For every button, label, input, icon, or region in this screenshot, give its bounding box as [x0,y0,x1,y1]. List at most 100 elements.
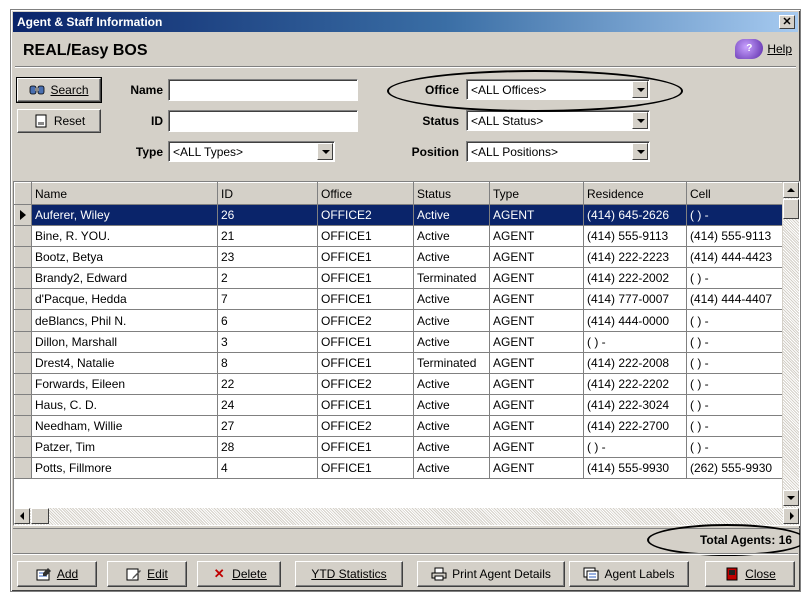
cell-office[interactable]: OFFICE1 [317,436,414,459]
agents-grid[interactable]: Name ID Office Status Type Residence Cell Aufe… [13,181,800,526]
table-row[interactable]: Haus, C. D. 24 OFFICE1 Active AGENT (414) 222… [14,393,787,416]
cell-type[interactable]: AGENT [489,225,584,248]
cell-residence[interactable]: (414) 777-0007 [583,288,687,311]
row-indicator[interactable] [14,372,32,395]
cell-type[interactable]: AGENT [489,331,584,353]
id-input[interactable] [168,110,358,132]
row-indicator[interactable] [14,225,32,248]
cell-status[interactable]: Active [413,204,490,227]
search-button[interactable]: Search [16,77,102,103]
vertical-scroll-thumb[interactable] [783,199,799,219]
cell-office[interactable]: OFFICE1 [317,288,414,311]
cell-name[interactable]: deBlancs, Phil N. [31,309,218,332]
cell-id[interactable]: 26 [217,204,318,227]
row-indicator[interactable] [14,246,32,269]
cell-cell[interactable]: ( ) - [686,204,787,227]
cell-type[interactable]: AGENT [489,415,584,438]
cell-cell[interactable]: (414) 555-9113 [686,225,787,248]
cell-name[interactable]: Brandy2, Edward [31,267,218,290]
add-button[interactable]: Add [17,561,97,587]
cell-residence[interactable]: (414) 222-3024 [583,394,687,416]
cell-id[interactable]: 8 [217,352,318,374]
cell-id[interactable]: 28 [217,436,318,459]
cell-residence[interactable]: (414) 222-2223 [583,246,687,269]
chevron-down-icon[interactable] [632,112,648,129]
cell-residence[interactable]: (414) 555-9930 [583,457,687,480]
cell-type[interactable]: AGENT [489,436,584,459]
row-indicator[interactable] [14,267,32,290]
table-row[interactable]: Brandy2, Edward 2 OFFICE1 Terminated AGENT (4… [14,267,787,290]
cell-office[interactable]: OFFICE1 [317,246,414,269]
cell-name[interactable]: Forwards, Eileen [31,373,218,395]
cell-type[interactable]: AGENT [489,246,584,269]
cell-status[interactable]: Active [413,246,490,269]
help-button[interactable]: ? Help [720,37,792,61]
cell-residence[interactable]: (414) 222-2008 [583,352,687,374]
cell-type[interactable]: AGENT [489,204,584,227]
cell-type[interactable]: AGENT [489,352,584,374]
vertical-scrollbar[interactable] [782,182,799,509]
cell-office[interactable]: OFFICE1 [317,331,414,353]
window-close-button[interactable]: ✕ [779,15,795,29]
cell-status[interactable]: Active [413,373,490,395]
cell-cell[interactable]: ( ) - [686,309,787,332]
row-indicator[interactable] [14,414,32,438]
cell-residence[interactable]: ( ) - [583,436,687,459]
cell-office[interactable]: OFFICE1 [317,394,414,416]
cell-name[interactable]: Bootz, Betya [31,246,218,269]
cell-type[interactable]: AGENT [489,267,584,290]
column-header-status[interactable]: Status [413,182,490,205]
cell-type[interactable]: AGENT [489,309,584,332]
cell-status[interactable]: Active [413,225,490,248]
edit-button[interactable]: Edit [107,561,187,587]
position-select[interactable]: <ALL Positions> [466,141,650,162]
cell-name[interactable]: Drest4, Natalie [31,352,218,374]
column-header-id[interactable]: ID [217,182,318,205]
table-row[interactable]: Needham, Willie 27 OFFICE2 Active AGENT (414)… [14,414,787,438]
cell-office[interactable]: OFFICE1 [317,457,414,480]
cell-cell[interactable]: ( ) - [686,267,787,290]
cell-cell[interactable]: (414) 444-4423 [686,246,787,269]
cell-id[interactable]: 27 [217,415,318,438]
cell-type[interactable]: AGENT [489,394,584,416]
table-row[interactable]: deBlancs, Phil N. 6 OFFICE2 Active AGENT (414… [14,309,787,332]
table-row[interactable]: Drest4, Natalie 8 OFFICE1 Terminated AGENT (4… [14,351,787,374]
row-indicator[interactable] [14,457,32,480]
row-indicator[interactable] [14,393,32,416]
cell-residence[interactable]: (414) 222-2002 [583,267,687,290]
cell-id[interactable]: 21 [217,225,318,248]
chevron-down-icon[interactable] [317,143,333,160]
close-button[interactable]: Close [705,561,795,587]
cell-cell[interactable]: (262) 555-9930 [686,457,787,480]
table-row[interactable]: Auferer, Wiley 26 OFFICE2 Active AGENT (414) … [14,203,787,227]
row-indicator[interactable] [14,351,32,374]
cell-cell[interactable]: ( ) - [686,331,787,353]
row-indicator[interactable] [14,436,32,459]
cell-name[interactable]: Patzer, Tim [31,436,218,459]
cell-id[interactable]: 23 [217,246,318,269]
column-header-office[interactable]: Office [317,182,414,205]
cell-office[interactable]: OFFICE1 [317,352,414,374]
chevron-down-icon[interactable] [632,143,648,160]
cell-status[interactable]: Terminated [413,267,490,290]
cell-type[interactable]: AGENT [489,288,584,311]
cell-status[interactable]: Active [413,288,490,311]
row-indicator[interactable] [14,330,32,353]
print-agent-details-button[interactable]: Print Agent Details [417,561,565,587]
cell-residence[interactable]: ( ) - [583,331,687,353]
cell-id[interactable]: 24 [217,394,318,416]
row-indicator[interactable] [14,288,32,311]
cell-id[interactable]: 22 [217,373,318,395]
table-row[interactable]: Potts, Fillmore 4 OFFICE1 Active AGENT (414) … [14,457,787,480]
cell-id[interactable]: 7 [217,288,318,311]
cell-name[interactable]: Dillon, Marshall [31,331,218,353]
cell-name[interactable]: Needham, Willie [31,415,218,438]
cell-office[interactable]: OFFICE2 [317,204,414,227]
scroll-left-button[interactable] [14,508,30,524]
column-header-type[interactable]: Type [489,182,584,205]
cell-residence[interactable]: (414) 645-2626 [583,204,687,227]
cell-status[interactable]: Active [413,394,490,416]
cell-name[interactable]: Potts, Fillmore [31,457,218,480]
cell-id[interactable]: 2 [217,267,318,290]
cell-name[interactable]: Auferer, Wiley [31,204,218,227]
